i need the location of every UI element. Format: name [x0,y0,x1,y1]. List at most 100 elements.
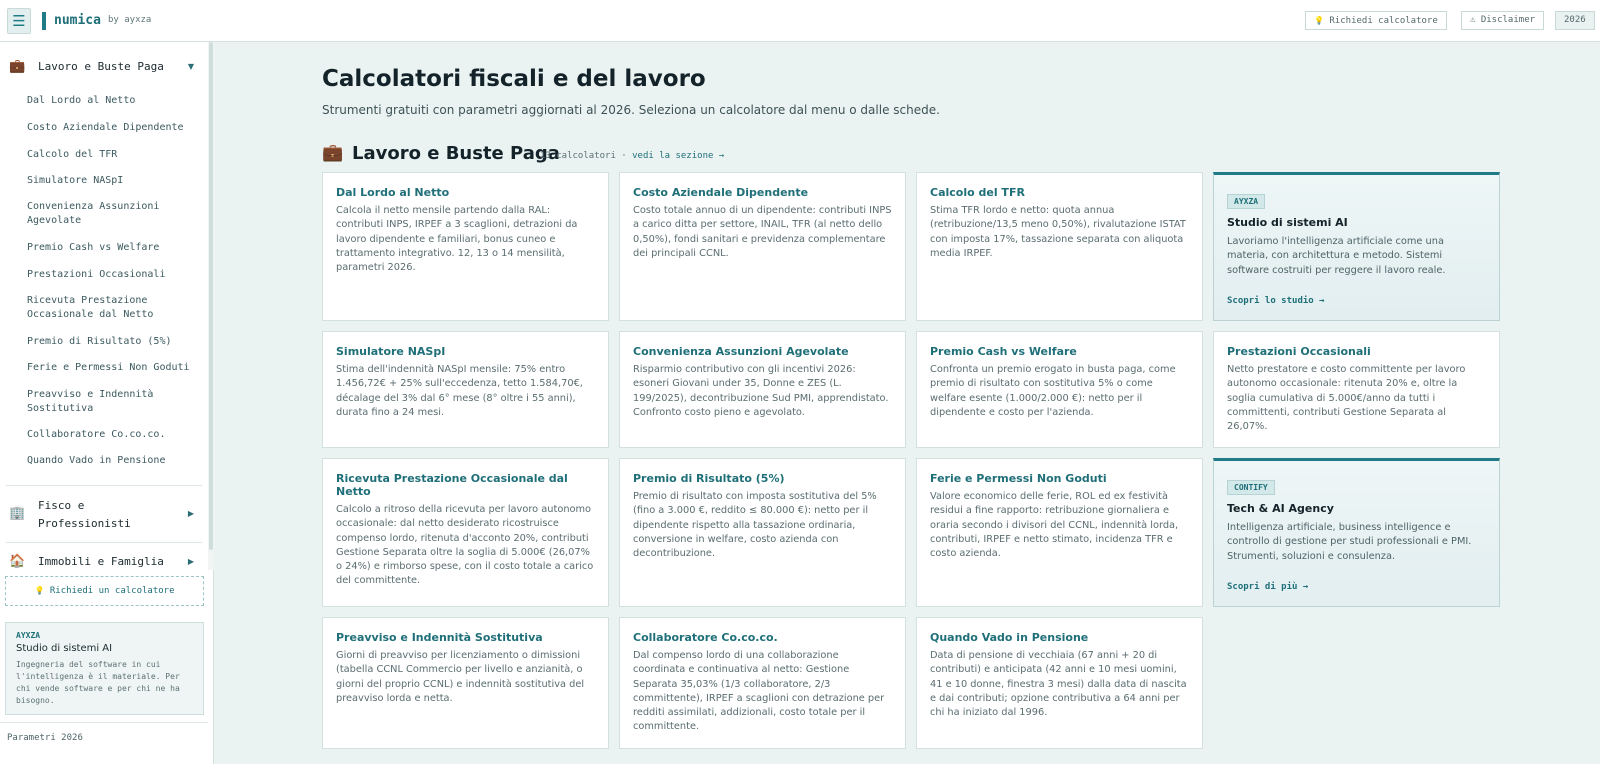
card-title: Convenienza Assunzioni Agevolate [633,345,849,358]
calculator-card[interactable]: Preavviso e Indennità Sostitutiva Giorni… [322,617,609,749]
office-building-icon: 🏢 [9,506,26,521]
sidebar-category-label: Lavoro e Buste Paga [38,60,164,73]
page-subtitle: Strumenti gratuiti con parametri aggiorn… [322,103,940,117]
sidebar-item-costo-aziendale[interactable]: Costo Aziendale Dipendente [27,121,202,135]
sidebar-divider [6,485,202,486]
calculator-card[interactable]: Quando Vado in Pensione Data di pensione… [916,617,1203,749]
house-icon: 🏠 [9,554,26,569]
sidebar-category-label: Immobili e Famiglia [38,555,164,568]
sidebar-scrollbar[interactable] [208,42,214,570]
section-count: 13 calcolatori [540,151,616,161]
top-bar: ☰ numica by ayxza 💡 Richiedi calcolatore… [0,0,1600,42]
card-description: Valore economico delle ferie, ROL ed ex … [930,491,1179,560]
card-description: Data di pensione di vecchiaia (67 anni +… [930,650,1187,719]
brand-logo[interactable]: numica [54,13,101,28]
card-title: Preavviso e Indennità Sostitutiva [336,631,543,644]
sidebar-item-preavviso[interactable]: Preavviso e Indennità Sostitutiva [27,388,202,416]
promo-tag: CONTIFY [1227,480,1275,495]
sidebar-category-fisco[interactable]: 🏢 Fisco e Professionisti ▶ [0,497,208,533]
hamburger-menu-icon[interactable]: ☰ [7,8,31,34]
card-title: Ferie e Permessi Non Goduti [930,472,1107,485]
card-title: Collaboratore Co.co.co. [633,631,778,644]
calculator-card[interactable]: Costo Aziendale Dipendente Costo totale … [619,172,906,321]
warning-icon: ⚠ [1470,15,1476,25]
sidebar-nav: 💼 Lavoro e Buste Paga ▼ Dal Lordo al Net… [0,42,208,570]
promo-title: Studio di sistemi AI [16,643,113,654]
card-description: Risparmio contributivo con gli incentivi… [633,364,889,418]
brand-byline: by ayxza [108,15,152,25]
card-description: Netto prestatore e costo committente per… [1227,364,1466,433]
section-link[interactable]: vedi la sezione → [632,151,724,161]
card-title: Premio di Risultato (5%) [633,472,785,485]
card-description: Costo totale annuo di un dipendente: con… [633,205,892,259]
disclaimer-label: Disclaimer [1480,15,1536,25]
calculator-card[interactable]: Ferie e Permessi Non Goduti Valore econo… [916,458,1203,607]
card-description: Confronta un premio erogato in busta pag… [930,364,1176,418]
calculator-card[interactable]: Simulatore NASpI Stima dell'indennità NA… [322,331,609,448]
sidebar-item-lordo-netto[interactable]: Dal Lordo al Netto [27,94,202,108]
chevron-down-icon: ▼ [187,62,194,71]
promo-link[interactable]: Scopri di più → [1227,582,1308,592]
disclaimer-button[interactable]: ⚠ Disclaimer [1461,11,1545,30]
calculator-card[interactable]: Collaboratore Co.co.co. Dal compenso lor… [619,617,906,749]
sidebar-promo-card[interactable]: AYXZA Studio di sistemi AI Ingegneria de… [5,622,204,715]
sidebar-item-prestazioni[interactable]: Prestazioni Occasionali [27,268,202,282]
promo-title: Tech & AI Agency [1227,502,1334,515]
section-title: Lavoro e Buste Paga [352,143,560,164]
scrollbar-thumb[interactable] [209,42,213,550]
sidebar-item-assunzioni[interactable]: Convenienza Assunzioni Agevolate [27,200,202,228]
request-calculator-button[interactable]: 💡 Richiedi calcolatore [1305,11,1447,30]
request-calculator-label: Richiedi calcolatore [1329,16,1438,26]
calculator-card[interactable]: Prestazioni Occasionali Netto prestatore… [1213,331,1500,448]
briefcase-icon: 💼 [9,59,26,74]
promo-tag: AYXZA [16,631,41,640]
promo-tag: AYXZA [1227,194,1266,209]
card-description: Giorni di preavviso per licenziamento o … [336,650,585,704]
card-title: Premio Cash vs Welfare [930,345,1077,358]
briefcase-icon: 💼 [322,143,344,163]
card-title: Costo Aziendale Dipendente [633,186,809,199]
page-title: Calcolatori fiscali e del lavoro [322,66,706,92]
sidebar-item-premio-risultato[interactable]: Premio di Risultato (5%) [27,335,202,349]
lightbulb-icon: 💡 [1314,16,1324,25]
sidebar-item-naspi[interactable]: Simulatore NASpI [27,174,202,188]
sidebar-request-label: Richiedi un calcolatore [49,586,175,596]
calculator-card[interactable]: Premio Cash vs Welfare Confronta un prem… [916,331,1203,448]
sidebar-item-pensione[interactable]: Quando Vado in Pensione [27,454,202,468]
card-description: Calcolo a ritroso della ricevuta per lav… [336,504,594,587]
sidebar-divider [6,542,202,543]
card-description: Calcola il netto mensile partendo dalla … [336,205,578,274]
calculator-card[interactable]: Ricevuta Prestazione Occasionale dal Net… [322,458,609,607]
promo-card-contify[interactable]: CONTIFY Tech & AI Agency Intelligenza ar… [1213,458,1500,607]
promo-link[interactable]: Scopri lo studio → [1227,296,1325,306]
chevron-right-icon: ▶ [187,509,194,518]
calculator-card[interactable]: Premio di Risultato (5%) Premio di risul… [619,458,906,607]
card-title: Ricevuta Prestazione Occasionale dal Net… [336,472,568,498]
card-description: Premio di risultato con imposta sostitut… [633,491,877,560]
card-title: Quando Vado in Pensione [930,631,1089,644]
promo-card-ayxza[interactable]: AYXZA Studio di sistemi AI Lavoriamo l'i… [1213,172,1500,321]
section-meta: 13 calcolatori · vedi la sezione → [540,151,724,161]
card-description: Stima TFR lordo e netto: quota annua (re… [930,205,1186,259]
card-title: Dal Lordo al Netto [336,186,450,199]
sidebar-category-lavoro[interactable]: 💼 Lavoro e Buste Paga ▼ [0,59,208,79]
sidebar-category-immobili[interactable]: 🏠 Immobili e Famiglia ▶ [0,554,208,570]
sidebar-request-calculator-button[interactable]: 💡 Richiedi un calcolatore [5,576,204,606]
card-title: Prestazioni Occasionali [1227,345,1371,358]
card-title: Calcolo del TFR [930,186,1025,199]
card-title: Simulatore NASpI [336,345,446,358]
sidebar-item-cash-welfare[interactable]: Premio Cash vs Welfare [27,241,202,255]
year-badge[interactable]: 2026 [1555,11,1595,30]
promo-text: Lavoriamo l'intelligenza artificiale com… [1227,236,1446,276]
sidebar: 💼 Lavoro e Buste Paga ▼ Dal Lordo al Net… [0,42,214,764]
card-description: Dal compenso lordo di una collaborazione… [633,650,885,733]
calculator-card[interactable]: Calcolo del TFR Stima TFR lordo e netto:… [916,172,1203,321]
sidebar-item-ferie[interactable]: Ferie e Permessi Non Goduti [27,361,202,375]
calculator-card[interactable]: Convenienza Assunzioni Agevolate Risparm… [619,331,906,448]
calculator-card[interactable]: Dal Lordo al Netto Calcola il netto mens… [322,172,609,321]
sidebar-item-ricevuta[interactable]: Ricevuta Prestazione Occasionale dal Net… [27,294,202,322]
sidebar-item-cococo[interactable]: Collaboratore Co.co.co. [27,428,202,442]
section-separator: · [621,151,627,161]
sidebar-item-tfr[interactable]: Calcolo del TFR [27,148,202,162]
promo-text: Ingegneria del software in cui l'intelli… [16,660,180,705]
